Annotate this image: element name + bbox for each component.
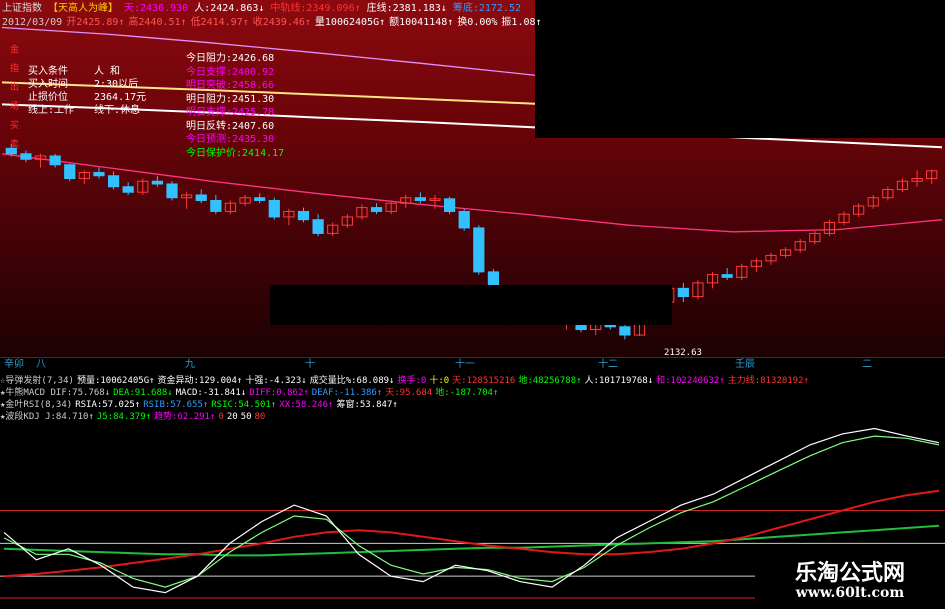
watermark-site-url: www.60lt.com <box>795 585 905 601</box>
watermark-site-name: 乐淘公式网 <box>794 561 905 586</box>
kdj-chart-svg <box>0 427 945 599</box>
